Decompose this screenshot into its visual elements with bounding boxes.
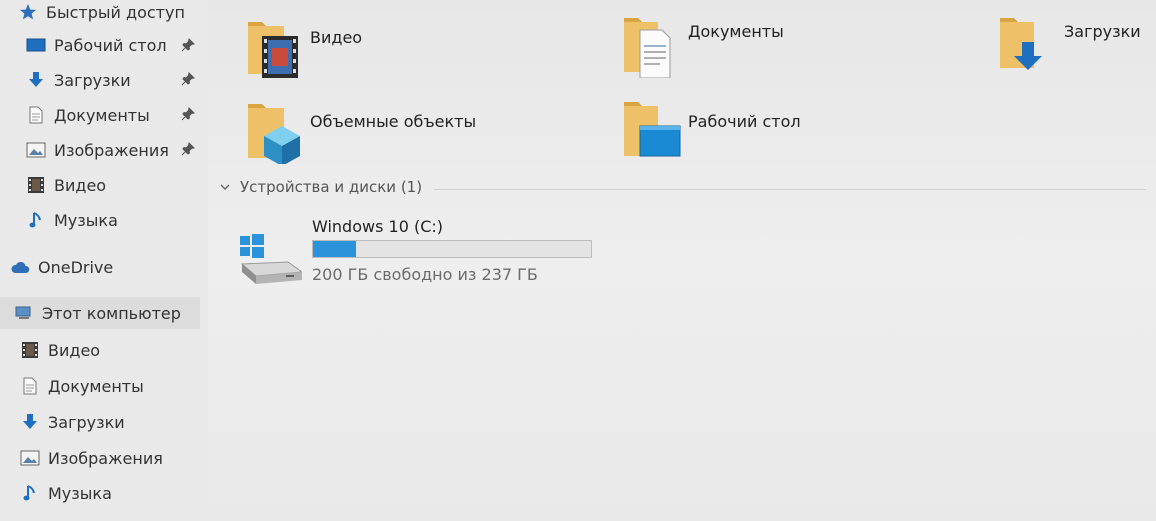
3d-objects-folder-icon — [244, 98, 304, 166]
sidebar-item-label: Загрузки — [54, 70, 131, 90]
video-icon — [26, 175, 46, 195]
drive-c[interactable]: Windows 10 (C:) 200 ГБ свободно из 237 Г… — [232, 214, 632, 294]
drive-usage-fill — [313, 241, 357, 257]
pin-icon — [180, 141, 196, 157]
pictures-icon — [26, 140, 46, 160]
video-icon — [20, 340, 40, 360]
sidebar-item-video[interactable]: Видео — [26, 169, 106, 201]
documents-folder-icon — [622, 12, 682, 79]
desktop-icon — [26, 35, 46, 55]
folder-label: Документы — [688, 22, 784, 41]
sidebar-item-music[interactable]: Музыка — [26, 204, 118, 236]
sidebar-item-label: Документы — [48, 376, 144, 396]
folder-downloads[interactable]: Загрузки — [998, 12, 1141, 78]
folder-3d-objects[interactable]: Объемные объекты — [244, 98, 477, 166]
group-header-label: Устройства и диски (1) — [240, 178, 423, 196]
folder-label: Видео — [310, 28, 363, 47]
group-divider — [434, 189, 1146, 190]
sidebar-item-documents[interactable]: Документы — [20, 370, 144, 402]
music-icon — [26, 210, 46, 230]
documents-icon — [26, 105, 46, 125]
sidebar-item-pictures[interactable]: Изображения — [26, 134, 169, 166]
folder-video[interactable]: Видео — [244, 14, 362, 80]
sidebar-item-label: Музыка — [54, 210, 118, 230]
sidebar-item-downloads[interactable]: Загрузки — [20, 406, 125, 438]
sidebar-item-label: Быстрый доступ — [46, 2, 185, 22]
sidebar-item-onedrive[interactable]: OneDrive — [10, 251, 113, 283]
sidebar-item-label: OneDrive — [38, 257, 114, 277]
folder-documents[interactable]: Документы — [622, 12, 784, 79]
drive-usage-bar — [312, 240, 592, 258]
star-icon — [18, 2, 38, 22]
sidebar-item-label: Музыка — [48, 483, 112, 503]
sidebar-item-label: Рабочий стол — [54, 35, 167, 55]
sidebar-item-label: Документы — [54, 105, 150, 125]
folder-desktop[interactable]: Рабочий стол — [622, 98, 801, 164]
sidebar-item-desktop[interactable]: Рабочий стол — [26, 29, 167, 61]
cloud-icon — [10, 257, 30, 277]
file-explorer-window: Быстрый доступ Рабочий стол Загрузки Док… — [0, 0, 1156, 521]
documents-icon — [20, 376, 40, 396]
sidebar-item-quick-access[interactable]: Быстрый доступ — [18, 0, 185, 28]
video-folder-icon — [244, 14, 304, 80]
pin-icon — [180, 106, 196, 122]
group-header-devices[interactable]: Устройства и диски (1) — [218, 178, 422, 196]
sidebar-item-this-pc[interactable]: Этот компьютер — [0, 297, 200, 329]
pin-icon — [180, 71, 196, 87]
sidebar-item-label: Видео — [48, 340, 101, 360]
sidebar-item-pictures[interactable]: Изображения — [20, 442, 163, 474]
downloads-folder-icon — [998, 12, 1058, 78]
hard-drive-icon — [236, 232, 304, 292]
content-pane: Видео Документы Загрузки Объемные объект… — [208, 0, 1156, 521]
sidebar-item-label: Изображения — [54, 140, 169, 160]
folder-label: Рабочий стол — [688, 112, 801, 131]
drive-name: Windows 10 (C:) — [312, 217, 443, 236]
pin-icon — [180, 37, 196, 53]
desktop-folder-icon — [622, 98, 682, 164]
sidebar-item-video[interactable]: Видео — [20, 334, 100, 366]
music-icon — [20, 483, 40, 503]
chevron-down-icon — [218, 180, 232, 194]
downloads-icon — [26, 70, 46, 90]
navigation-pane: Быстрый доступ Рабочий стол Загрузки Док… — [0, 0, 208, 521]
sidebar-item-label: Видео — [54, 175, 107, 195]
sidebar-item-downloads[interactable]: Загрузки — [26, 64, 131, 96]
sidebar-item-documents[interactable]: Документы — [26, 99, 150, 131]
sidebar-item-label: Изображения — [48, 448, 163, 468]
downloads-icon — [20, 412, 40, 432]
sidebar-item-label: Этот компьютер — [42, 303, 181, 323]
drive-free-space: 200 ГБ свободно из 237 ГБ — [312, 265, 538, 284]
pictures-icon — [20, 448, 40, 468]
folder-label: Объемные объекты — [310, 112, 477, 131]
sidebar-item-music[interactable]: Музыка — [20, 477, 112, 509]
folder-label: Загрузки — [1064, 22, 1141, 41]
computer-icon — [14, 303, 34, 323]
sidebar-item-label: Загрузки — [48, 412, 125, 432]
